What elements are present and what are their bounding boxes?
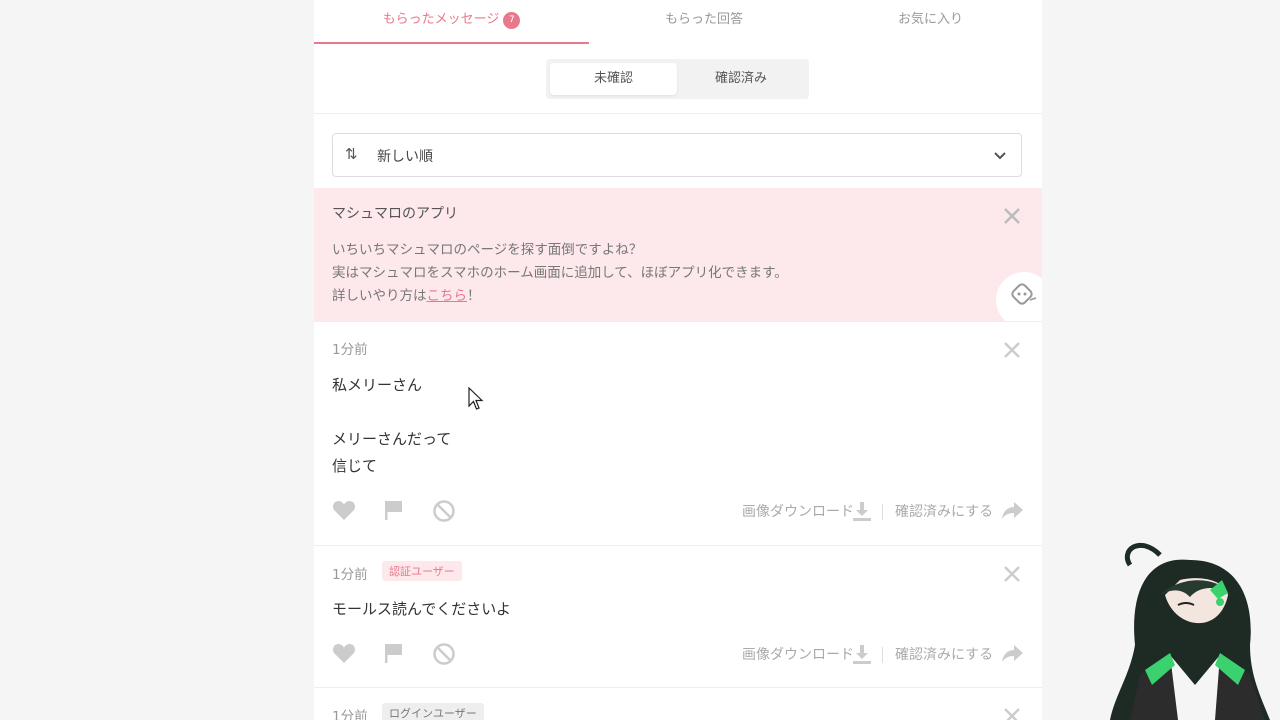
download-icon[interactable] [850, 642, 874, 666]
tab-favorites[interactable]: お気に入り [819, 0, 1042, 44]
unread-count-badge: 7 [503, 12, 521, 29]
close-icon[interactable] [1000, 204, 1024, 228]
promo-line-3-prefix: 詳しいやり方は [332, 288, 427, 304]
close-icon[interactable] [1000, 338, 1024, 362]
block-icon[interactable] [432, 642, 456, 666]
verified-user-tag: 認証ユーザー [382, 561, 462, 581]
heart-icon[interactable] [332, 499, 356, 521]
confirm-status-toggle: 未確認 確認済み [546, 59, 809, 99]
message-tabs: もらったメッセージ 7 もらった回答 お気に入り [314, 0, 1042, 44]
message-card: 1分前 ログインユーザー [314, 687, 1042, 720]
flag-icon[interactable] [383, 642, 405, 664]
message-text: モールス読んでくださいよ [332, 600, 511, 618]
active-tab-indicator [314, 42, 589, 44]
image-download-link[interactable]: 画像ダウンロード [742, 644, 854, 664]
share-arrow-icon[interactable] [1000, 642, 1024, 664]
download-icon[interactable] [850, 499, 874, 523]
message-time: 1分前 [332, 567, 368, 583]
message-text: 私メリーさん メリーさんだって 信じて [332, 376, 452, 475]
block-icon[interactable] [432, 499, 456, 523]
mouse-cursor-icon [468, 387, 484, 410]
promo-title: マシュマロのアプリ [332, 206, 458, 222]
app-promo-banner: マシュマロのアプリ いちいちマシュマロのページを探す面倒ですよね？ 実はマシュマ… [314, 188, 1042, 328]
promo-line-2: 実はマシュマロをスマホのホーム画面に追加して、ほぼアプリ化できます。 [332, 265, 788, 281]
floating-app-button[interactable] [996, 272, 1042, 328]
promo-line-1: いちいちマシュマロのページを探す面倒ですよね？ [332, 242, 643, 258]
tab-favorites-label: お気に入り [897, 12, 963, 27]
promo-line-3-suffix: ！ [467, 288, 481, 304]
flag-icon[interactable] [383, 499, 405, 521]
close-icon[interactable] [1000, 704, 1024, 720]
close-icon[interactable] [1000, 562, 1024, 586]
chevron-down-icon [994, 152, 1006, 160]
mark-confirmed-link[interactable]: 確認済みにする [895, 644, 993, 664]
tab-received-answers-label: もらった回答 [664, 12, 743, 27]
unconfirmed-button[interactable]: 未確認 [550, 63, 677, 95]
sort-arrows-icon: ⇅ [345, 145, 358, 163]
promo-body: いちいちマシュマロのページを探す面倒ですよね？ 実はマシュマロをスマホのホーム画… [332, 239, 788, 308]
action-separator [882, 647, 883, 663]
message-card: 1分前 認証ユーザー モールス読んでくださいよ 画像ダウンロード 確認済みにする [314, 545, 1042, 688]
message-panel: もらったメッセージ 7 もらった回答 お気に入り 未確認 確認済み ⇅ 新しい順 … [314, 0, 1042, 720]
promo-howto-link[interactable]: こちら [427, 288, 468, 304]
promo-line-3: 詳しいやり方はこちら！ [332, 285, 788, 308]
confirmed-button[interactable]: 確認済み [677, 63, 805, 95]
mark-confirmed-link[interactable]: 確認済みにする [895, 501, 993, 521]
heart-icon[interactable] [332, 642, 356, 664]
marshmallow-icon [1011, 283, 1037, 305]
vtuber-avatar [1110, 542, 1270, 720]
image-download-link[interactable]: 画像ダウンロード [742, 501, 854, 521]
tab-received-messages[interactable]: もらったメッセージ 7 [314, 0, 589, 44]
sort-select[interactable]: ⇅ 新しい順 [332, 133, 1022, 177]
tab-received-answers[interactable]: もらった回答 [589, 0, 819, 44]
sort-selected-value: 新しい順 [377, 149, 433, 165]
message-card: 1分前 私メリーさん メリーさんだって 信じて 画像ダウンロード 確認済みにする [314, 321, 1042, 546]
action-separator [882, 504, 883, 520]
share-arrow-icon[interactable] [1000, 499, 1024, 521]
divider [314, 113, 1042, 114]
message-time: 1分前 [332, 342, 368, 358]
tab-received-messages-label: もらったメッセージ [382, 12, 500, 27]
message-time: 1分前 [332, 709, 368, 720]
logged-in-user-tag: ログインユーザー [382, 703, 484, 720]
